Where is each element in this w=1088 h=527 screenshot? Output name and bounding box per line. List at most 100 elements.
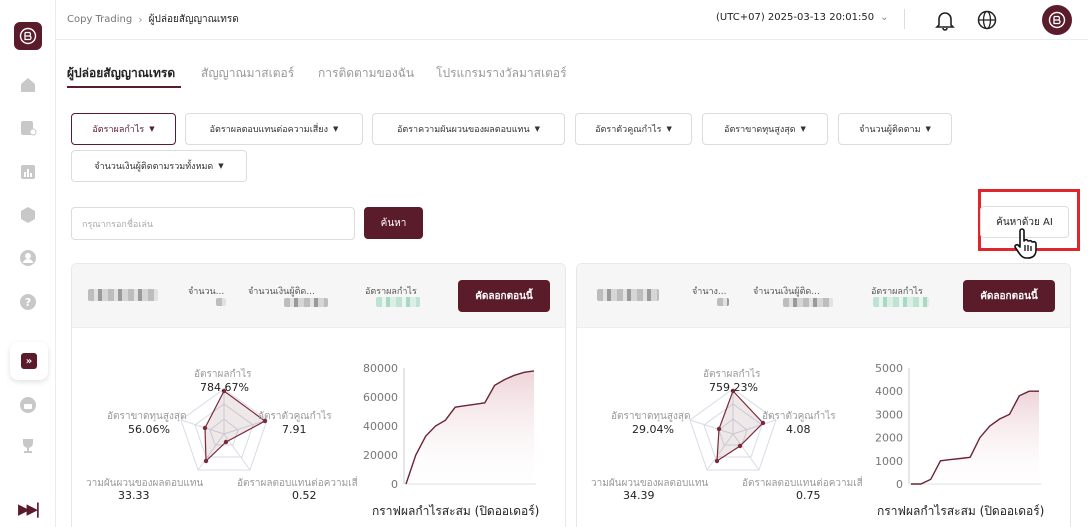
timezone-selector[interactable]: (UTC+07) 2025-03-13 20:01:50 ⌄ bbox=[716, 12, 889, 23]
badge-icon[interactable] bbox=[18, 395, 38, 415]
trader-name-redacted bbox=[88, 289, 158, 301]
breadcrumb-root[interactable]: Copy Trading bbox=[67, 14, 132, 25]
radar-axis-label: อัตราผลกำไร bbox=[703, 369, 761, 380]
filter-risk-return[interactable]: อัตราผลตอบแทนต่อความเสี่ยง ▼ bbox=[185, 113, 363, 145]
tab-master-rewards[interactable]: โปรแกรมรางวัลมาสเตอร์ bbox=[436, 64, 567, 83]
chart-tick-label: 80000 bbox=[363, 362, 398, 375]
radar-point bbox=[203, 458, 209, 464]
copy-now-button[interactable]: คัดลอกตอนนี้ bbox=[458, 280, 550, 312]
globe-icon[interactable] bbox=[976, 9, 998, 31]
radar-shape bbox=[716, 389, 764, 463]
profit-rate-label: อัตราผลกำไร bbox=[871, 287, 923, 297]
active-tab-indicator bbox=[67, 86, 181, 88]
filter-label: จำนวนเงินผู้ติดตามรวมทั้งหมด bbox=[94, 162, 214, 172]
caret-down-icon: ▼ bbox=[332, 125, 339, 133]
chart-caption: กราฟผลกำไรสะสม (ปิดออเดอร์) bbox=[372, 504, 540, 518]
chart-tick-label: 2000 bbox=[875, 432, 903, 445]
filter-volatility[interactable]: อัตราความผันผวนของผลตอบแทน ▼ bbox=[372, 113, 565, 145]
chevron-down-icon: ⌄ bbox=[880, 12, 889, 23]
sidebar: ? » ▶▶| bbox=[0, 0, 56, 527]
brand-logo[interactable] bbox=[14, 22, 42, 50]
radar-value: 759.23% bbox=[709, 381, 758, 394]
help-icon[interactable]: ? bbox=[18, 292, 38, 312]
user-icon[interactable] bbox=[18, 248, 38, 268]
followers-label: จำนวน... bbox=[188, 287, 225, 297]
radar-point bbox=[716, 426, 722, 432]
trader-name-redacted bbox=[597, 289, 659, 301]
followers-label: จำนาง... bbox=[692, 287, 727, 297]
filter-label: อัตราผลตอบแทนต่อความเสี่ยง bbox=[209, 125, 328, 135]
filter-followers[interactable]: จำนวนผู้ติดตาม ▼ bbox=[838, 113, 952, 145]
home-icon[interactable] bbox=[18, 75, 38, 95]
chart-tick-label: 0 bbox=[391, 478, 398, 491]
chart-tick-label: 4000 bbox=[875, 385, 903, 398]
tab-my-following[interactable]: การติดตามของฉัน bbox=[318, 64, 414, 83]
radar-point bbox=[714, 458, 720, 464]
hand-pointer-icon bbox=[1014, 228, 1037, 259]
follower-amount-label: จำนวนเงินผู้ติด... bbox=[248, 287, 315, 297]
expand-sidebar-icon[interactable]: ▶▶| bbox=[18, 500, 40, 518]
radar-value: 4.08 bbox=[786, 423, 811, 436]
radar-point bbox=[223, 439, 229, 445]
filter-label: จำนวนผู้ติดตาม bbox=[859, 125, 921, 135]
filter-profit-rate[interactable]: อัตราผลกำไร ▼ bbox=[71, 113, 176, 145]
tab-signal-providers[interactable]: ผู้ปล่อยสัญญาณเทรด bbox=[67, 64, 175, 83]
divider bbox=[904, 9, 905, 29]
breadcrumb-current: ผู้ปล่อยสัญญาณเทรด bbox=[148, 14, 239, 25]
tab-master-signals[interactable]: สัญญาณมาสเตอร์ bbox=[201, 64, 294, 83]
nickname-search-input[interactable]: กรุณากรอกชื่อเล่น bbox=[71, 207, 355, 240]
search-placeholder: กรุณากรอกชื่อเล่น bbox=[82, 219, 154, 230]
bell-icon[interactable] bbox=[934, 9, 956, 31]
follower-amount-redacted bbox=[783, 298, 833, 307]
tab-bar: ผู้ปล่อยสัญญาณเทรด สัญญาณมาสเตอร์ การติด… bbox=[56, 58, 1088, 90]
radar-value: 7.91 bbox=[282, 423, 307, 436]
chevron-right-icon: › bbox=[138, 13, 143, 26]
radar-value: 33.33 bbox=[118, 489, 150, 502]
cube-icon[interactable] bbox=[18, 205, 38, 225]
trader-card: จำนาง... จำนวนเงินผู้ติด... อัตราผลกำไร … bbox=[576, 263, 1071, 527]
followers-value-redacted bbox=[216, 298, 226, 306]
follower-amount-redacted bbox=[284, 298, 328, 307]
chart-tick-label: 5000 bbox=[875, 362, 903, 375]
radar-point bbox=[202, 425, 208, 431]
radar-value: 784.67% bbox=[200, 381, 249, 394]
avatar[interactable] bbox=[1042, 5, 1072, 35]
chart-area bbox=[911, 391, 1039, 484]
trader-card-header: จำนาง... จำนวนเงินผู้ติด... อัตราผลกำไร … bbox=[577, 264, 1070, 328]
followers-value-redacted bbox=[717, 298, 729, 306]
radar-chart bbox=[180, 388, 268, 471]
copy-trading-nav-icon[interactable]: » bbox=[10, 342, 48, 380]
trader-card-header: จำนวน... จำนวนเงินผู้ติด... อัตราผลกำไร … bbox=[72, 264, 565, 328]
chart-tick-label: 0 bbox=[896, 478, 903, 491]
search-button[interactable]: ค้นหา bbox=[364, 207, 423, 239]
timezone-clock: (UTC+07) 2025-03-13 20:01:50 bbox=[716, 12, 875, 23]
chart-tick-label: 20000 bbox=[363, 449, 398, 462]
profit-rate-redacted bbox=[376, 297, 420, 307]
profit-rate-label: อัตราผลกำไร bbox=[365, 287, 417, 297]
chart-icon[interactable] bbox=[18, 162, 38, 182]
radar-axis-label: อัตราตัวคูณกำไร bbox=[258, 411, 332, 422]
caret-down-icon: ▼ bbox=[534, 125, 541, 133]
chart-area bbox=[406, 370, 534, 484]
filter-profit-factor[interactable]: อัตราตัวคูณกำไร ▼ bbox=[575, 113, 692, 145]
radar-value: 0.75 bbox=[796, 489, 821, 502]
chart-tick-label: 3000 bbox=[875, 408, 903, 421]
copy-now-button[interactable]: คัดลอกตอนนี้ bbox=[963, 280, 1055, 312]
filter-total-follower-amount[interactable]: จำนวนเงินผู้ติดตามรวมทั้งหมด ▼ bbox=[71, 150, 247, 182]
breadcrumb: Copy Trading › ผู้ปล่อยสัญญาณเทรด bbox=[67, 12, 239, 27]
radar-point bbox=[737, 443, 743, 449]
svg-text:?: ? bbox=[25, 296, 31, 309]
cumulative-profit-chart: 5000 4000 3000 2000 1000 0 bbox=[875, 362, 1041, 491]
caret-down-icon: ▼ bbox=[666, 125, 672, 133]
caret-down-icon: ▼ bbox=[218, 162, 224, 170]
chart-tick-label: 60000 bbox=[363, 391, 398, 404]
wallet-icon[interactable] bbox=[18, 118, 38, 138]
chart-caption: กราฟผลกำไรสะสม (ปิดออเดอร์) bbox=[877, 504, 1045, 518]
filter-max-drawdown[interactable]: อัตราขาดทุนสูงสุด ▼ bbox=[702, 113, 828, 145]
caret-down-icon: ▼ bbox=[149, 125, 155, 133]
filter-label: อัตราความผันผวนของผลตอบแทน bbox=[396, 125, 530, 135]
trophy-icon[interactable] bbox=[18, 436, 38, 456]
profit-rate-redacted bbox=[873, 297, 929, 307]
top-bar: Copy Trading › ผู้ปล่อยสัญญาณเทรด (UTC+0… bbox=[56, 0, 1088, 40]
caret-down-icon: ▼ bbox=[800, 125, 806, 133]
